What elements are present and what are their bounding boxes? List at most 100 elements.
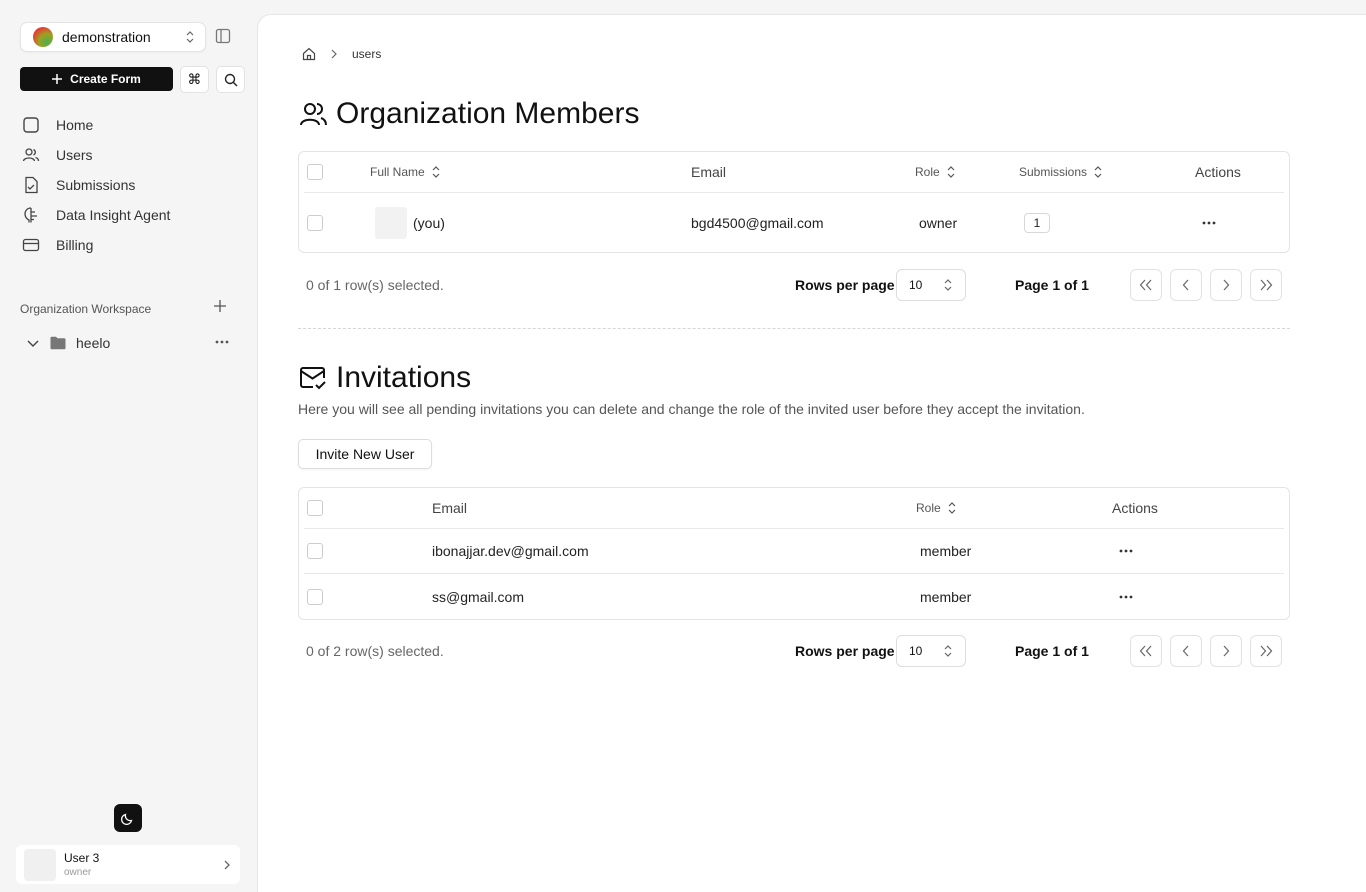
email-header: Email bbox=[691, 164, 727, 180]
sidebar-item-submissions[interactable]: Submissions bbox=[22, 170, 242, 200]
plus-icon bbox=[214, 300, 226, 312]
invitations-heading: Invitations bbox=[298, 361, 471, 395]
previous-page-button[interactable] bbox=[1170, 635, 1202, 667]
folder-item-heelo[interactable]: heelo bbox=[26, 333, 236, 353]
chevron-left-icon bbox=[1182, 645, 1189, 657]
home-icon[interactable] bbox=[302, 47, 316, 61]
status-badge: 1 bbox=[1024, 212, 1050, 233]
member-role: owner bbox=[919, 214, 958, 231]
command-icon: ⌘ bbox=[187, 71, 202, 87]
section-title: Invitations bbox=[336, 361, 472, 394]
sidebar-item-users[interactable]: Users bbox=[22, 140, 242, 170]
full-name-header[interactable]: Full Name bbox=[370, 152, 441, 192]
chevron-up-down-icon bbox=[944, 279, 952, 291]
rows-per-page-label: Rows per page bbox=[795, 277, 895, 293]
sidebar-item-home[interactable]: Home bbox=[22, 110, 242, 140]
email-header: Email bbox=[432, 500, 468, 516]
previous-page-button[interactable] bbox=[1170, 269, 1202, 301]
actions-header: Actions bbox=[1112, 500, 1158, 516]
members-heading: Organization Members bbox=[298, 97, 639, 131]
chevron-right-icon bbox=[331, 49, 337, 59]
column-label: Submissions bbox=[1019, 165, 1088, 179]
search-button[interactable] bbox=[216, 66, 245, 93]
sidebar-nav: Home Users Submissions Data Insight Agen… bbox=[22, 110, 242, 260]
invite-email: ss@gmail.com bbox=[432, 588, 525, 605]
add-folder-button[interactable] bbox=[214, 300, 226, 312]
sort-icon bbox=[948, 502, 956, 514]
select-all-checkbox[interactable] bbox=[307, 488, 323, 528]
invite-new-user-button[interactable]: Invite New User bbox=[298, 439, 432, 469]
sidebar-item-label: Submissions bbox=[56, 177, 136, 193]
table-header-row: Email Role Actions bbox=[304, 488, 1284, 529]
submissions-header[interactable]: Submissions bbox=[1019, 152, 1103, 192]
row-checkbox[interactable] bbox=[307, 574, 323, 619]
user-name: User 3 bbox=[64, 851, 100, 865]
user-role: owner bbox=[64, 867, 92, 878]
section-divider bbox=[298, 328, 1290, 329]
last-page-button[interactable] bbox=[1250, 635, 1282, 667]
theme-toggle-button[interactable] bbox=[114, 804, 142, 832]
column-label: Role bbox=[915, 165, 940, 179]
search-icon bbox=[224, 73, 237, 86]
avatar bbox=[375, 206, 407, 239]
sidebar-item-data-insight-agent[interactable]: Data Insight Agent bbox=[22, 200, 242, 230]
org-switcher[interactable]: demonstration bbox=[20, 22, 206, 52]
role-header[interactable]: Role bbox=[915, 152, 956, 192]
selection-count: 0 of 2 row(s) selected. bbox=[306, 643, 444, 659]
table-row: ss@gmail.com member bbox=[304, 574, 1284, 619]
row-actions-button[interactable] bbox=[1201, 193, 1217, 252]
row-actions-button[interactable] bbox=[1118, 574, 1134, 619]
panel-left-icon bbox=[215, 28, 231, 44]
next-page-button[interactable] bbox=[1210, 635, 1242, 667]
breadcrumb-current: users bbox=[352, 47, 382, 61]
row-actions-button[interactable] bbox=[1118, 529, 1134, 573]
card-icon bbox=[22, 238, 40, 252]
org-name: demonstration bbox=[62, 29, 151, 45]
chevron-left-icon bbox=[1182, 279, 1189, 291]
first-page-button[interactable] bbox=[1130, 269, 1162, 301]
role-header[interactable]: Role bbox=[916, 488, 957, 528]
org-logo bbox=[33, 27, 53, 47]
moon-icon bbox=[121, 813, 133, 825]
chevron-right-icon bbox=[224, 860, 230, 869]
select-all-checkbox[interactable] bbox=[307, 152, 323, 192]
first-page-button[interactable] bbox=[1130, 635, 1162, 667]
page-title: Organization Members bbox=[336, 97, 640, 130]
chevron-up-down-icon bbox=[186, 31, 194, 43]
sort-icon bbox=[947, 166, 955, 178]
row-checkbox[interactable] bbox=[307, 529, 323, 573]
folder-name: heelo bbox=[76, 335, 111, 351]
rows-per-page-label: Rows per page bbox=[795, 643, 895, 659]
rows-per-page-value: 10 bbox=[909, 278, 923, 292]
chevron-right-icon bbox=[1223, 645, 1230, 657]
users-icon bbox=[22, 148, 40, 162]
rows-per-page-select[interactable]: 10 bbox=[896, 635, 966, 667]
sidebar-item-label: Home bbox=[56, 117, 94, 133]
chevrons-right-icon bbox=[1260, 279, 1273, 291]
user-menu[interactable]: User 3 owner bbox=[16, 845, 240, 884]
invitations-pagination: 0 of 2 row(s) selected. Rows per page 10… bbox=[298, 635, 1290, 667]
sidebar-item-billing[interactable]: Billing bbox=[22, 230, 242, 260]
member-email: bgd4500@gmail.com bbox=[691, 214, 824, 231]
file-icon bbox=[25, 176, 38, 194]
invite-email: ibonajjar.dev@gmail.com bbox=[432, 543, 589, 559]
rows-per-page-select[interactable]: 10 bbox=[896, 269, 966, 301]
next-page-button[interactable] bbox=[1210, 269, 1242, 301]
more-horizontal-icon bbox=[1202, 221, 1216, 224]
sidebar-item-label: Billing bbox=[56, 237, 94, 253]
create-form-button[interactable]: Create Form bbox=[20, 67, 173, 91]
folder-menu-button[interactable] bbox=[214, 334, 230, 350]
selection-count: 0 of 1 row(s) selected. bbox=[306, 277, 444, 293]
plus-icon bbox=[52, 74, 63, 84]
mail-check-icon bbox=[300, 367, 326, 390]
sidebar-toggle-button[interactable] bbox=[215, 28, 235, 46]
command-menu-button[interactable]: ⌘ bbox=[180, 66, 209, 93]
member-name: (you) bbox=[413, 214, 445, 231]
brain-icon bbox=[24, 207, 37, 223]
last-page-button[interactable] bbox=[1250, 269, 1282, 301]
more-horizontal-icon bbox=[215, 340, 229, 344]
sort-icon bbox=[1094, 166, 1102, 178]
submissions-count: 1 bbox=[1024, 193, 1050, 252]
row-checkbox[interactable] bbox=[307, 193, 323, 252]
chevron-down-icon bbox=[27, 340, 39, 347]
